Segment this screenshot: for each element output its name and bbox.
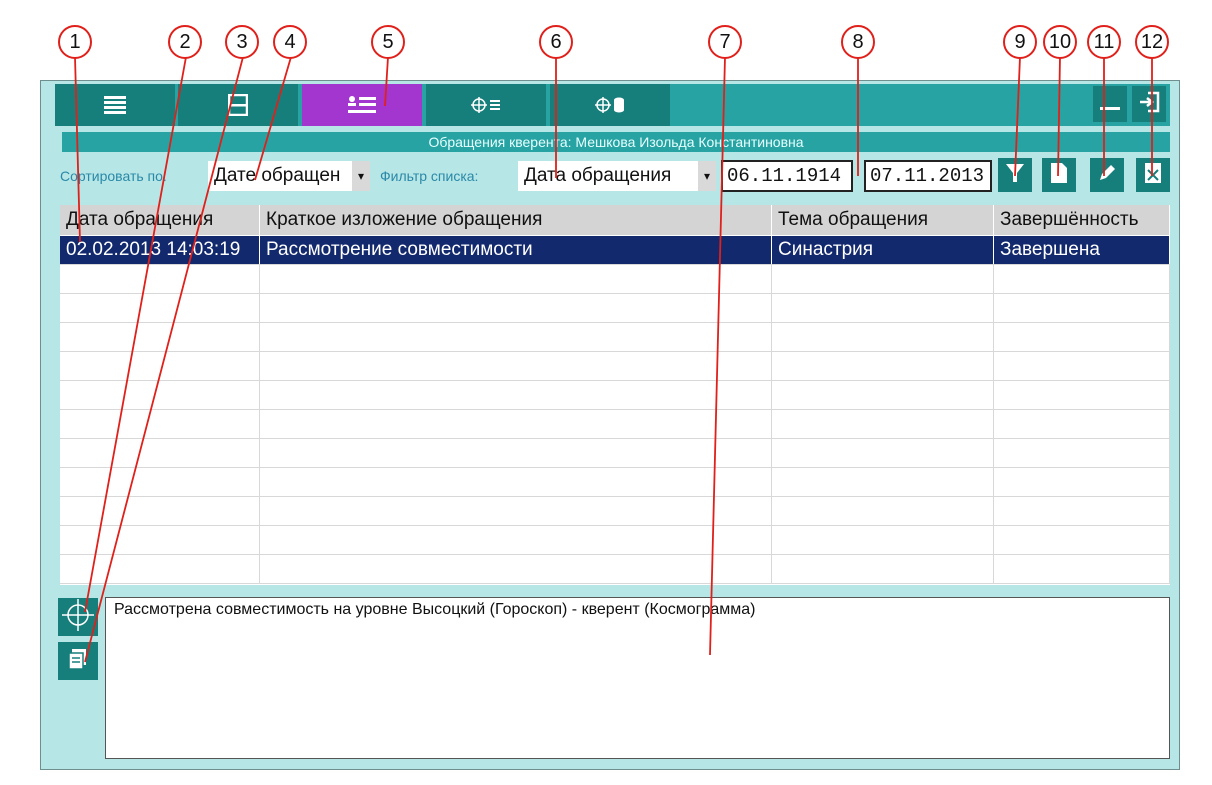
callout-7: 7	[708, 25, 742, 59]
callout-12: 12	[1135, 25, 1169, 59]
callout-1: 1	[58, 25, 92, 59]
callout-10: 10	[1043, 25, 1077, 59]
callout-9: 9	[1003, 25, 1037, 59]
callout-lines	[74, 56, 1153, 663]
callout-4: 4	[273, 25, 307, 59]
callout-8: 8	[841, 25, 875, 59]
callout-2: 2	[168, 25, 202, 59]
callout-3: 3	[225, 25, 259, 59]
callout-11: 11	[1087, 25, 1121, 59]
callout-5: 5	[371, 25, 405, 59]
callout-6: 6	[539, 25, 573, 59]
